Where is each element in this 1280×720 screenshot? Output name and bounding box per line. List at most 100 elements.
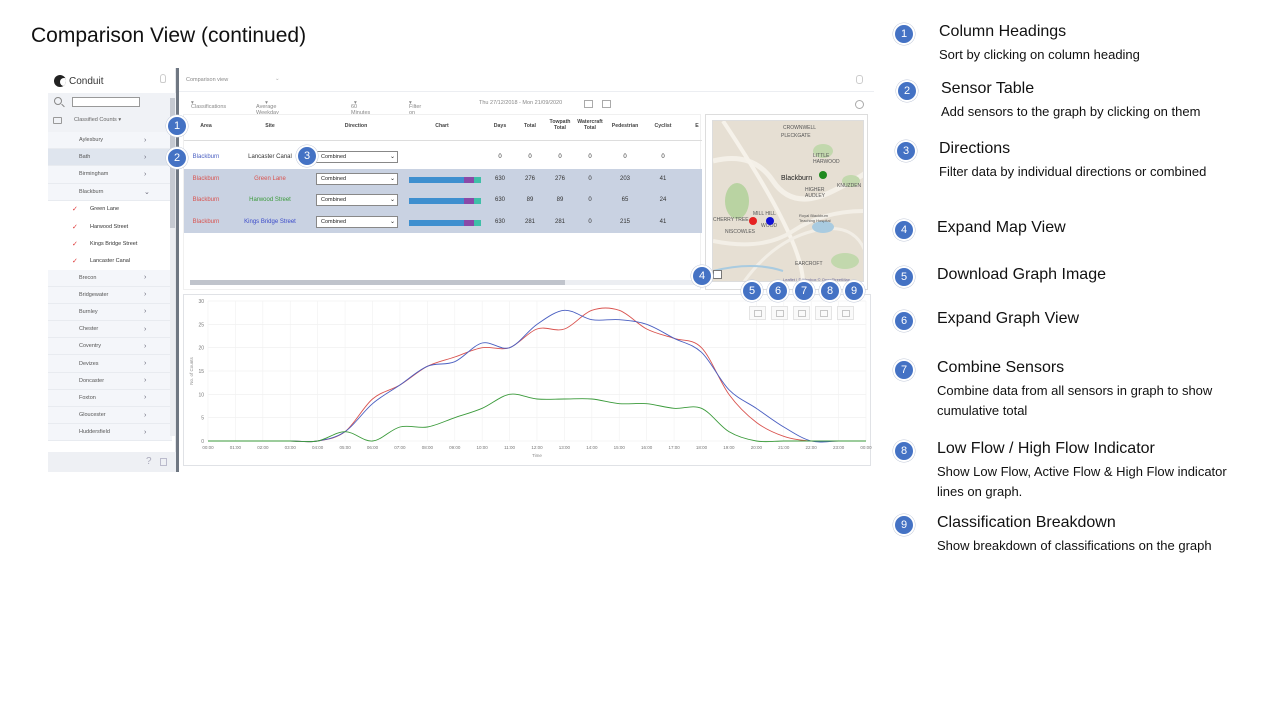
brand-name: Conduit	[69, 75, 104, 87]
map[interactable]: CROWNWELL PLECKGATE LITTLE HARWOOD Black…	[712, 120, 864, 282]
site-cell[interactable]: Green Lane	[234, 176, 306, 182]
column-heading[interactable]: Chart	[428, 123, 456, 129]
interval-select[interactable]: 60 Minutes ▾	[351, 100, 370, 116]
column-heading[interactable]: Pedestrian	[611, 123, 639, 129]
area-item[interactable]: Burnley ›	[48, 303, 172, 322]
chevron-right-icon[interactable]: ›	[144, 394, 146, 401]
column-heading[interactable]: Direction	[342, 123, 370, 129]
area-item[interactable]: Bridgewater ›	[48, 286, 172, 304]
site-item[interactable]: ✓ Green Lane	[48, 200, 172, 218]
export-icon[interactable]	[160, 458, 167, 466]
date-range[interactable]: Thu 27/12/2018 - Mon 21/09/2020	[479, 100, 562, 106]
area-item[interactable]: Devizes ›	[48, 355, 172, 373]
count-type-dropdown[interactable]: Classified Counts ▾	[74, 117, 121, 123]
chevron-right-icon[interactable]: ›	[144, 291, 146, 298]
table-scroll-thumb[interactable]	[190, 280, 565, 285]
bulb-icon[interactable]	[160, 74, 166, 83]
table-row[interactable]: Blackburn Green Lane Combined ⌄ 630 276 276 0 20…	[184, 168, 702, 191]
filter-icon[interactable]	[602, 100, 611, 108]
chevron-right-icon[interactable]: ›	[144, 360, 146, 367]
direction-select[interactable]: Combined ⌄	[316, 194, 398, 207]
globe-icon[interactable]	[855, 100, 864, 109]
chevron-right-icon[interactable]: ›	[144, 274, 146, 281]
chevron-right-icon[interactable]: ›	[144, 377, 146, 384]
chevron-right-icon[interactable]: ›	[144, 343, 146, 350]
flow-indicator-button[interactable]	[815, 306, 832, 320]
area-item[interactable]: Bath ›	[48, 149, 172, 167]
area-item[interactable]: Birmingham ›	[48, 166, 172, 184]
classifications-select[interactable]: Classifications ▾	[191, 100, 226, 110]
combine-sensors-button[interactable]	[793, 306, 810, 320]
site-item[interactable]: ✓ Lancaster Canal	[48, 252, 172, 270]
chevron-right-icon[interactable]: ›	[144, 171, 146, 178]
area-item[interactable]: Gloucester ›	[48, 407, 172, 425]
map-label: PLECKGATE	[781, 133, 811, 139]
callout-badge: 9	[843, 280, 865, 302]
site-cell[interactable]: Harwood Street	[234, 197, 306, 203]
site-item[interactable]: ✓ Kings Bridge Street	[48, 235, 172, 253]
area-item[interactable]: Doncaster ›	[48, 372, 172, 390]
area-item[interactable]: Blackburn ⌄	[48, 183, 172, 201]
column-heading[interactable]: Cyclist	[649, 123, 677, 129]
area-item[interactable]: Chester ›	[48, 321, 172, 339]
x-tick-label: 10:00	[477, 445, 489, 450]
area-cell[interactable]: Blackburn	[186, 197, 226, 203]
user-icon[interactable]	[856, 75, 863, 84]
area-item[interactable]: Coventry ›	[48, 338, 172, 356]
area-cell[interactable]: Blackburn	[186, 154, 226, 160]
area-item[interactable]: Huddersfield ›	[48, 424, 172, 442]
table-scrollbar[interactable]	[190, 280, 698, 285]
view-select[interactable]: Comparison view	[186, 77, 228, 83]
area-item[interactable]: Foxton ›	[48, 389, 172, 407]
direction-select[interactable]: Combined ⌄	[316, 172, 398, 185]
direction-select[interactable]: Combined ⌄	[316, 215, 398, 228]
classification-breakdown-button[interactable]	[837, 306, 854, 320]
table-row[interactable]: Blackburn Kings Bridge Street Combined ⌄ 630…	[184, 211, 702, 234]
legend-title: Expand Map View	[937, 219, 1066, 236]
map-attribution[interactable]: Leaflet | © Mapbox © OpenStreetMap	[783, 277, 850, 281]
column-heading[interactable]: Watercraft Total	[576, 119, 604, 131]
check-icon[interactable]: ✓	[72, 257, 78, 265]
site-type-select[interactable]: Filter on site type ▾	[409, 100, 421, 128]
site-item[interactable]: ✓ Harwood Street	[48, 217, 172, 236]
chevron-right-icon[interactable]: ›	[144, 137, 146, 144]
check-icon[interactable]: ✓	[72, 240, 78, 248]
sensor-pin-green-lane[interactable]	[749, 217, 757, 225]
callout-badge: 2	[896, 80, 918, 102]
expand-map-icon[interactable]	[713, 270, 722, 279]
download-image-button[interactable]	[749, 306, 766, 320]
x-tick-label: 18:00	[696, 445, 708, 450]
chevron-right-icon[interactable]: ›	[144, 412, 146, 419]
check-icon[interactable]: ✓	[72, 205, 78, 213]
chevron-down-icon[interactable]: ⌄	[144, 188, 150, 196]
average-select[interactable]: Average Weekday ▾	[256, 100, 279, 116]
chevron-right-icon[interactable]: ›	[144, 429, 146, 436]
table-row[interactable]: Blackburn Harwood Street Combined ⌄ 630 89 89 0…	[184, 190, 702, 212]
help-icon[interactable]: ?	[146, 456, 152, 467]
search-input[interactable]	[72, 97, 140, 107]
chevron-right-icon[interactable]: ›	[144, 308, 146, 315]
chevron-down-icon[interactable]: ⌄	[275, 76, 280, 82]
check-icon[interactable]: ✓	[72, 223, 78, 231]
chevron-right-icon[interactable]: ›	[144, 326, 146, 333]
column-heading[interactable]: Towpath Total	[546, 119, 574, 131]
area-item[interactable]: Aylesbury ›	[48, 132, 172, 150]
table-row[interactable]: Blackburn Lancaster Canal Combined ⌄ 0 0 0 0 0 0	[184, 147, 702, 169]
column-heading[interactable]: Area	[192, 123, 220, 129]
calendar-icon[interactable]	[584, 100, 593, 108]
site-cell[interactable]: Kings Bridge Street	[234, 219, 306, 225]
folder-icon[interactable]	[53, 117, 62, 124]
search-icon[interactable]	[54, 97, 62, 105]
area-item[interactable]: Brecon ›	[48, 269, 172, 287]
sensor-pin-harwood[interactable]	[819, 171, 827, 179]
brand-logo[interactable]: Conduit	[54, 73, 103, 89]
direction-select[interactable]: Combined ⌄	[316, 151, 398, 163]
sensor-pin-kings-bridge[interactable]	[766, 217, 774, 225]
column-heading[interactable]: Total	[516, 123, 544, 129]
area-cell[interactable]: Blackburn	[186, 219, 226, 225]
expand-graph-button[interactable]	[771, 306, 788, 320]
column-heading[interactable]: Site	[256, 123, 284, 129]
column-heading[interactable]: Days	[486, 123, 514, 129]
chevron-right-icon[interactable]: ›	[144, 154, 146, 161]
area-cell[interactable]: Blackburn	[186, 176, 226, 182]
